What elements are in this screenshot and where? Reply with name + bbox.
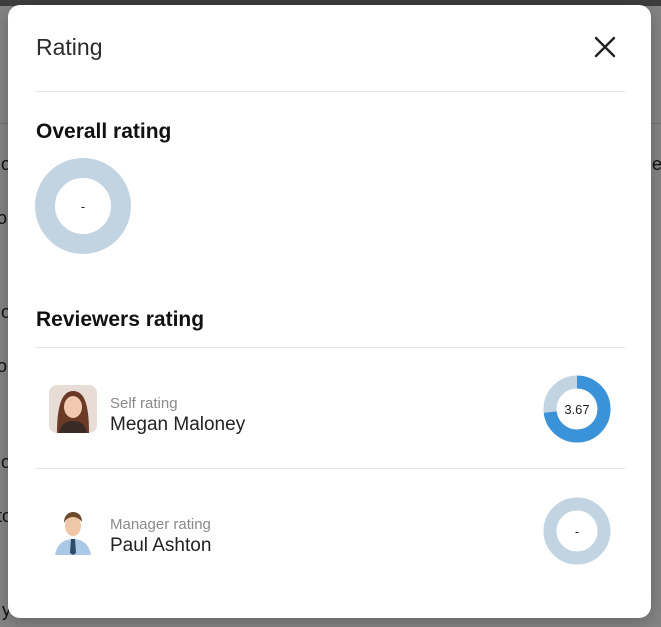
- manager-rating-value: -: [574, 523, 580, 539]
- modal-title: Rating: [36, 34, 103, 60]
- overall-rating-donut: -: [35, 158, 131, 254]
- avatar: [49, 385, 97, 433]
- reviewer-row-manager: Manager rating Paul Ashton -: [35, 469, 625, 589]
- overall-rating-value: -: [80, 198, 86, 214]
- reviewer-row-self: Self rating Megan Maloney 3.67: [35, 348, 625, 468]
- close-button[interactable]: [593, 35, 617, 59]
- header-divider: [35, 91, 625, 92]
- reviewer-name: Paul Ashton: [110, 535, 212, 556]
- avatar-man-icon: [49, 507, 97, 555]
- rating-modal: Rating Overall rating - Reviewers rating…: [8, 5, 651, 618]
- reviewer-role: Manager rating: [110, 516, 211, 533]
- reviewer-role: Self rating: [110, 395, 178, 412]
- close-icon: [594, 36, 616, 58]
- avatar-woman-icon: [49, 385, 97, 433]
- self-rating-value: 3.67: [564, 401, 590, 417]
- avatar: [49, 507, 97, 555]
- manager-rating-donut: -: [542, 496, 612, 566]
- reviewers-rating-heading: Reviewers rating: [36, 308, 205, 331]
- overall-rating-heading: Overall rating: [36, 120, 172, 143]
- reviewer-name: Megan Maloney: [110, 414, 246, 435]
- self-rating-donut: 3.67: [542, 374, 612, 444]
